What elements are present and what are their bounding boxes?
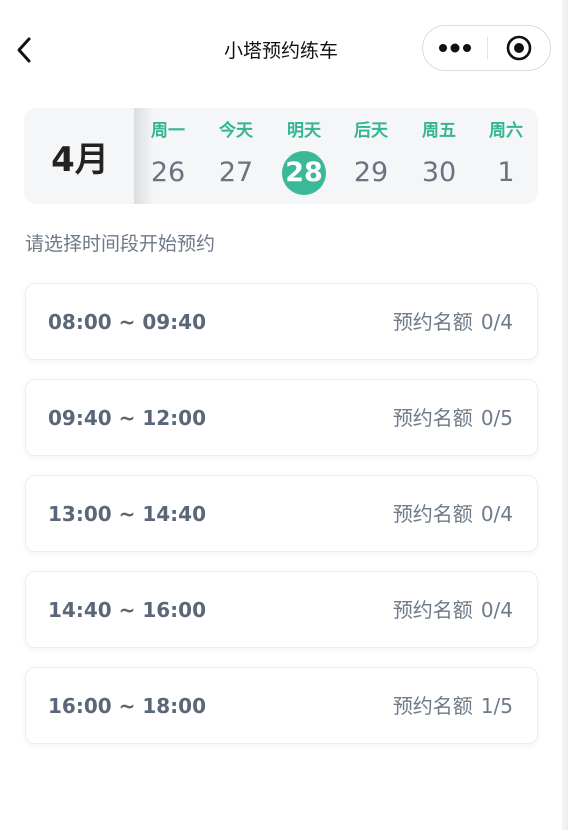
close-button[interactable]: [488, 26, 550, 70]
time-slot-card[interactable]: 16:00 ~ 18:00 预约名额 1/5: [25, 667, 538, 744]
day-item-1[interactable]: 周六 1: [472, 108, 538, 204]
day-date: 29: [353, 157, 389, 188]
slot-time-range: 13:00 ~ 14:40: [48, 502, 207, 526]
quota-value: 0/5: [480, 406, 513, 430]
slot-quota: 预约名额 0/4: [393, 476, 513, 553]
slot-quota: 预约名额 1/5: [393, 668, 513, 745]
mini-program-capsule: [422, 25, 551, 71]
slot-time-range: 08:00 ~ 09:40: [48, 310, 207, 334]
day-weekday-label: 周五: [422, 121, 456, 141]
day-weekday-label: 周一: [151, 121, 185, 141]
day-date: 1: [497, 157, 515, 188]
quota-label: 预约名额: [392, 502, 473, 526]
scrollbar-track: [562, 0, 568, 830]
quota-label: 预约名额: [392, 310, 473, 334]
time-slot-card[interactable]: 13:00 ~ 14:40 预约名额 0/4: [25, 475, 538, 552]
record-circle-icon: [506, 35, 532, 61]
day-date: 30: [421, 157, 457, 188]
day-item-30[interactable]: 周五 30: [405, 108, 473, 204]
slot-quota: 预约名额 0/4: [393, 572, 513, 649]
date-selector: 4月 周一 26 今天 27 明天 28 后天 29 周五 30 周六 1: [24, 108, 538, 204]
day-weekday-label: 后天: [354, 121, 388, 141]
instruction-text: 请选择时间段开始预约: [25, 233, 216, 255]
day-weekday-label: 周六: [489, 121, 523, 141]
day-item-28-selected[interactable]: 明天 28: [270, 108, 338, 204]
slot-quota: 预约名额 0/5: [393, 380, 513, 457]
quota-label: 预约名额: [392, 694, 473, 718]
quota-value: 0/4: [480, 502, 513, 526]
quota-label: 预约名额: [392, 598, 473, 622]
slot-quota: 预约名额 0/4: [393, 284, 513, 361]
more-dots-icon: [439, 43, 471, 53]
time-slot-card[interactable]: 09:40 ~ 12:00 预约名额 0/5: [25, 379, 538, 456]
time-slot-card[interactable]: 14:40 ~ 16:00 预约名额 0/4: [25, 571, 538, 648]
slot-time-range: 14:40 ~ 16:00: [48, 598, 207, 622]
day-date: 26: [150, 157, 186, 188]
more-button[interactable]: [423, 26, 487, 70]
day-item-27[interactable]: 今天 27: [202, 108, 270, 204]
time-slot-card[interactable]: 08:00 ~ 09:40 预约名额 0/4: [25, 283, 538, 360]
day-item-26[interactable]: 周一 26: [134, 108, 202, 204]
day-date: 28: [282, 151, 326, 195]
day-item-29[interactable]: 后天 29: [337, 108, 405, 204]
quota-value: 0/4: [480, 310, 513, 334]
day-date: 27: [218, 157, 254, 188]
slot-time-range: 09:40 ~ 12:00: [48, 406, 207, 430]
slot-time-range: 16:00 ~ 18:00: [48, 694, 207, 718]
day-weekday-label: 今天: [219, 121, 253, 141]
quota-label: 预约名额: [392, 406, 473, 430]
quota-value: 1/5: [480, 694, 513, 718]
navigation-bar: 小塔预约练车: [0, 0, 562, 100]
quota-value: 0/4: [480, 598, 513, 622]
month-label: 4月: [51, 139, 109, 180]
day-weekday-label: 明天: [287, 121, 321, 141]
